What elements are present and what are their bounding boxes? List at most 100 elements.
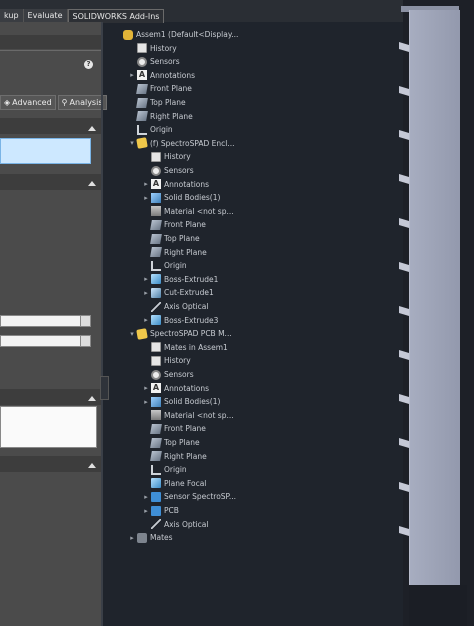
history-icon: [137, 43, 147, 54]
expand-toggle-icon[interactable]: ▾: [129, 139, 135, 147]
tab-evaluate[interactable]: Evaluate: [23, 9, 68, 22]
selection-box[interactable]: [0, 138, 91, 164]
list-box[interactable]: [0, 406, 97, 448]
plane-icon: [136, 83, 148, 94]
tree-node[interactable]: Mates in Assem1: [143, 341, 228, 354]
tree-node[interactable]: Axis Optical: [143, 518, 208, 531]
tree-node[interactable]: Right Plane: [143, 246, 207, 259]
extrude-icon: [151, 315, 161, 326]
advanced-button[interactable]: ◈ Advanced: [0, 95, 56, 110]
tree-node[interactable]: ▾ (f) SpectroSPAD Encl...: [129, 137, 235, 150]
annot-icon: A: [151, 179, 161, 190]
collapse-caret-icon[interactable]: [88, 463, 96, 468]
tree-node[interactable]: ▸ A Annotations: [143, 382, 209, 395]
tree-node[interactable]: ▸ Solid Bodies(1): [143, 395, 220, 408]
solid-icon: [151, 192, 161, 203]
expand-toggle-icon[interactable]: ▸: [143, 180, 149, 188]
expand-toggle-icon[interactable]: ▸: [143, 194, 149, 202]
expand-toggle-icon[interactable]: ▸: [143, 398, 149, 406]
tree-node[interactable]: History: [143, 354, 191, 367]
tree-node[interactable]: Axis Optical: [143, 300, 208, 313]
material-icon: [151, 206, 161, 217]
extrude-icon: [151, 478, 161, 489]
tree-node[interactable]: Front Plane: [143, 218, 206, 231]
tree-node-label: Sensors: [164, 166, 194, 175]
tree-node[interactable]: ▸ Mates: [129, 531, 173, 544]
tree-node-label: Mates in Assem1: [164, 342, 228, 352]
tree-node[interactable]: Origin: [143, 259, 187, 272]
tree-node[interactable]: History: [129, 42, 177, 55]
tree-node[interactable]: ▸ Boss-Extrude3: [143, 314, 218, 327]
tree-node[interactable]: Front Plane: [143, 422, 206, 435]
divider: [0, 50, 101, 51]
expand-toggle-icon[interactable]: ▸: [129, 71, 135, 79]
tree-node[interactable]: ▾ SpectroSPAD PCB M...: [129, 327, 232, 340]
tree-node-label: Origin: [164, 465, 187, 475]
tree-node[interactable]: ▸ Solid Bodies(1): [143, 191, 220, 204]
expand-toggle-icon[interactable]: ▸: [143, 289, 149, 297]
tree-node-label: Axis Optical: [164, 302, 209, 311]
tree-node-label: Plane Focal: [164, 478, 207, 488]
tree-node[interactable]: Origin: [129, 123, 173, 136]
tree-node[interactable]: Plane Focal: [143, 477, 206, 490]
tree-node-label: Top Plane: [150, 98, 186, 107]
tree-node[interactable]: Material <not sp...: [143, 205, 234, 218]
plane-icon: [150, 423, 162, 434]
tree-node[interactable]: ▸ Cut-Extrude1: [143, 286, 214, 299]
expand-toggle-icon[interactable]: ▸: [129, 534, 135, 542]
tree-node-label: SpectroSPAD PCB M...: [150, 329, 232, 339]
tree-node[interactable]: Assem1 (Default<Display...: [115, 28, 238, 41]
analysis-button[interactable]: ⚲ Analysis: [57, 95, 107, 110]
number-field-1[interactable]: [0, 315, 82, 327]
tree-node[interactable]: Top Plane: [143, 232, 200, 245]
tab-markup[interactable]: kup: [0, 9, 24, 22]
number-field-2[interactable]: [0, 335, 82, 347]
section-header-3[interactable]: [0, 389, 101, 405]
tab-solidworks-addins[interactable]: SOLIDWORKS Add-Ins: [67, 9, 165, 23]
expand-toggle-icon[interactable]: ▸: [143, 493, 149, 501]
property-manager-panel: ? ◈ Advanced ⚲ Analysis: [0, 22, 107, 626]
section-header-2[interactable]: [0, 174, 101, 190]
tree-node[interactable]: ▸ Boss-Extrude1: [143, 273, 218, 286]
section-header-4[interactable]: [0, 456, 101, 472]
tree-node-label: PCB: [164, 506, 179, 515]
tree-node[interactable]: Sensors: [143, 368, 194, 381]
tree-node[interactable]: ▸ Sensor SpectroSP...: [143, 490, 236, 503]
tree-node-label: Material <not sp...: [164, 206, 234, 216]
tree-node[interactable]: Right Plane: [129, 110, 193, 123]
spin-button-2[interactable]: [80, 335, 91, 347]
tree-node[interactable]: ▸ A Annotations: [129, 69, 195, 82]
plane-icon: [150, 451, 162, 462]
tree-node[interactable]: Sensors: [143, 164, 194, 177]
spin-button-1[interactable]: [80, 315, 91, 327]
tree-node-label: History: [150, 43, 177, 53]
plane-icon: [150, 219, 162, 230]
model-enclosure[interactable]: [409, 10, 460, 585]
expand-toggle-icon[interactable]: ▸: [143, 507, 149, 515]
tree-node-label: Annotations: [164, 383, 210, 393]
axis-icon: [151, 519, 161, 530]
expand-toggle-icon[interactable]: ▾: [129, 330, 135, 338]
expand-toggle-icon[interactable]: ▸: [143, 275, 149, 283]
tree-node[interactable]: Front Plane: [129, 82, 192, 95]
mates-icon: [137, 532, 147, 543]
help-icon[interactable]: ?: [84, 60, 93, 69]
tree-node[interactable]: Right Plane: [143, 450, 207, 463]
tree-node[interactable]: ▸ A Annotations: [143, 178, 209, 191]
tree-node[interactable]: History: [143, 150, 191, 163]
collapse-caret-icon[interactable]: [88, 396, 96, 401]
collapse-caret-icon[interactable]: [88, 126, 96, 131]
tree-node[interactable]: Top Plane: [129, 96, 186, 109]
tree-node[interactable]: Sensors: [129, 55, 180, 68]
expand-toggle-icon[interactable]: ▸: [143, 316, 149, 324]
analysis-icon: ⚲: [61, 97, 68, 107]
section-header-1[interactable]: [0, 118, 101, 134]
tree-node[interactable]: Origin: [143, 463, 187, 476]
tree-node[interactable]: Top Plane: [143, 436, 200, 449]
origin-icon: [137, 124, 147, 135]
tree-node[interactable]: Material <not sp...: [143, 409, 234, 422]
expand-toggle-icon[interactable]: ▸: [143, 384, 149, 392]
tree-node[interactable]: ▸ PCB: [143, 504, 179, 517]
advanced-label: Advanced: [12, 97, 52, 107]
collapse-caret-icon[interactable]: [88, 181, 96, 186]
